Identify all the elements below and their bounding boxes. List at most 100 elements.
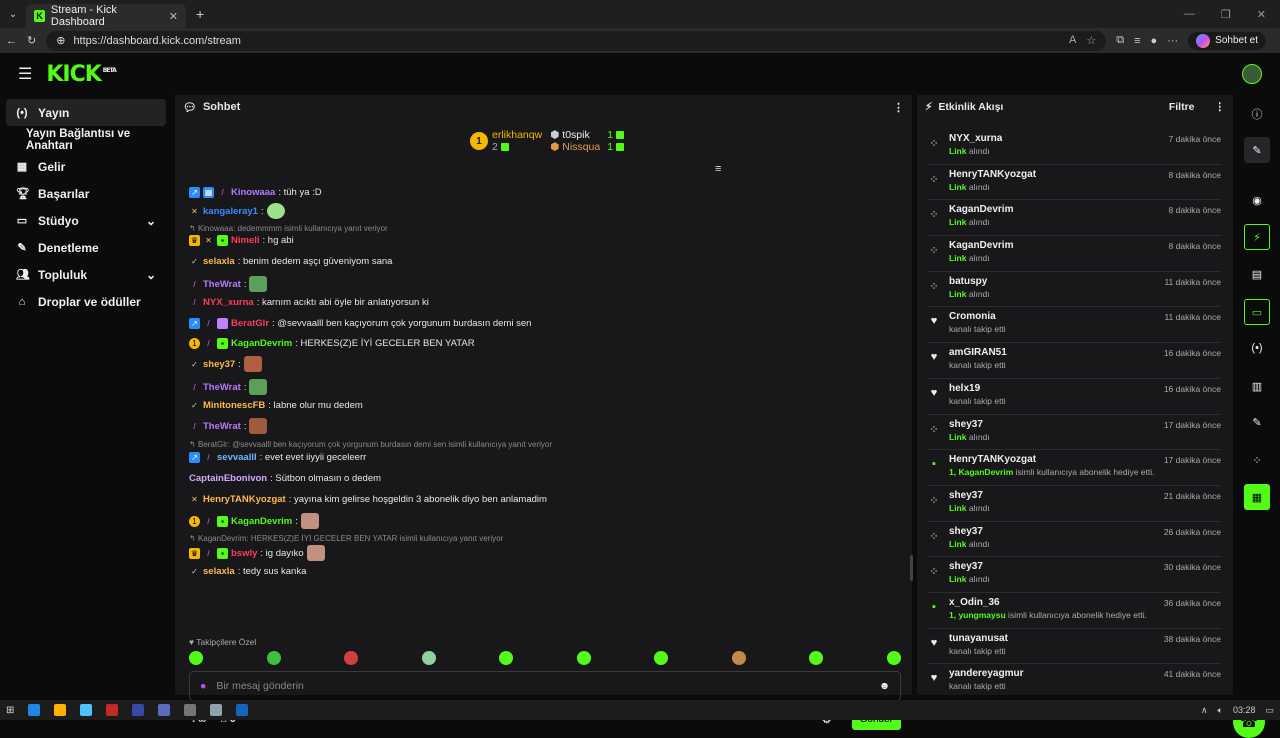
activity-event[interactable]: ⁘ shey37 Link alındı 21 dakika önce [927,486,1221,522]
activity-username[interactable]: shey37 [949,526,990,537]
notes-icon[interactable]: ▤ [1244,261,1270,287]
explorer-icon[interactable] [54,704,67,716]
broadcast-icon[interactable]: (•) [1244,335,1270,361]
sidebar-item-basarilar[interactable]: 🏆︎ Başarılar [0,180,172,207]
chat-username[interactable]: Kinowaaa [231,187,275,198]
sidebar-item-droplar[interactable]: ⌂ Droplar ve ödüller [0,288,172,315]
chat-username[interactable]: CaptainEbonivon [189,473,267,484]
chat-icon[interactable]: ▭ [1244,299,1270,325]
chat-username[interactable]: shey37 [203,359,235,370]
chat-username[interactable]: BeratGlr [231,318,269,329]
volume-icon[interactable]: 🔈︎ [1218,705,1223,716]
close-tab-icon[interactable]: ✕ [169,10,178,23]
activity-event[interactable]: ♥ Cromonia kanalı takip etti 11 dakika önce [927,307,1221,344]
chat-username[interactable]: Nimeli [231,235,260,246]
activity-event[interactable]: ▪ x_Odin_36 1, yungmaysu isimli kullanıcıy… [927,593,1221,629]
sidebar-item-studyo[interactable]: ▭ Stüdyo ⌄ [0,207,172,234]
activity-event[interactable]: ⁘ HenryTANKyozgat Link alındı 8 dakika önce [927,165,1221,201]
clock[interactable]: 03:28 [1233,705,1256,716]
activity-event[interactable]: ⁘ shey37 Link alındı 26 dakika önce [927,522,1221,558]
new-tab-icon[interactable]: + [196,6,204,22]
chat-username[interactable]: HenryTANKyozgat [203,494,286,505]
activity-username[interactable]: NYX_xurna [949,133,1002,144]
chat-username[interactable]: selaxla [203,566,235,577]
read-aloud-icon[interactable]: A [1069,34,1076,47]
activity-event[interactable]: ♥ amGIRAN51 kanalı takip etti 16 dakika önc… [927,343,1221,379]
close-window-icon[interactable]: ✕ [1257,8,1266,21]
activity-menu-icon[interactable]: ⋮ [1215,101,1226,113]
chat-username[interactable]: TheWrat [203,382,241,393]
app-icon[interactable] [184,704,197,716]
activity-username[interactable]: yandereyagmur [949,668,1023,679]
emote-icon[interactable] [654,651,669,665]
activity-event[interactable]: ⁘ shey37 Link alındı 30 dakika önce [927,557,1221,593]
favorites-icon[interactable]: ≡ [1134,35,1140,47]
activity-username[interactable]: HenryTANKyozgat [949,454,1155,465]
emote-icon[interactable] [344,651,359,665]
app-icon[interactable] [210,704,223,716]
activity-event[interactable]: ⁘ KaganDevrim Link alındı 8 dakika önce [927,236,1221,272]
chat-menu-icon[interactable]: ⋮ [893,101,904,114]
activity-event[interactable]: ⁘ KaganDevrim Link alındı 8 dakika önce [927,200,1221,237]
chat-username[interactable]: NYX_xurna [203,297,254,308]
wrench-icon[interactable]: ✎ [1244,409,1270,435]
steam-icon[interactable] [236,704,249,716]
emote-icon[interactable] [576,651,591,665]
activity-event[interactable]: ⁘ shey37 Link alındı 17 dakika önce [927,415,1221,451]
preview-icon[interactable]: ◉ [1244,187,1270,213]
app-icon[interactable] [106,704,119,716]
emote-icon[interactable] [809,651,824,665]
chat-input[interactable]: ● Bir mesaj gönderin ☻ [189,671,901,701]
activity-username[interactable]: KaganDevrim [949,204,1013,215]
app-icon[interactable] [80,704,93,716]
activity-event[interactable]: ⁘ NYX_xurna Link alındı 7 dakika önce [927,129,1221,165]
discord-icon[interactable] [158,704,171,716]
activity-username[interactable]: shey37 [949,419,990,430]
profile-icon[interactable]: ● [1151,35,1158,47]
chat-username[interactable]: selaxla [203,256,235,267]
sidebar-item-gelir[interactable]: ▦ Gelir [0,153,172,180]
kick-logo[interactable]: KICK BETA [46,62,116,87]
copilot-chat-button[interactable]: Sohbet et [1188,31,1266,50]
activity-lightning-icon[interactable]: ⚡︎ [1244,224,1270,250]
activity-username[interactable]: shey37 [949,561,990,572]
minimize-icon[interactable]: — [1184,8,1195,21]
emote-icon[interactable] [886,651,901,665]
user-avatar[interactable] [1242,64,1262,84]
emoji-picker-icon[interactable]: ☻ [879,680,890,692]
filter-button[interactable]: Filtre [1169,101,1195,113]
emote-icon[interactable] [499,651,514,665]
layout-icon[interactable]: ▥ [1244,373,1270,399]
browser-tab[interactable]: K Stream - Kick Dashboard ✕ [26,4,186,28]
activity-event[interactable]: ♥ helx19 kanalı takip etti 16 dakika önce [927,379,1221,415]
chat-username[interactable]: kangaleray1 [203,206,258,217]
activity-username[interactable]: KaganDevrim [949,240,1013,251]
chat-username[interactable]: TheWrat [203,279,241,290]
info-icon[interactable]: ⓘ [1244,101,1270,127]
activity-username[interactable]: HenryTANKyozgat [949,169,1036,180]
activity-username[interactable]: x_Odin_36 [949,597,1147,608]
sidebar-item-stream-key[interactable]: Yayın Bağlantısı ve Anahtarı [0,126,172,153]
chat-username[interactable]: KaganDevrim [231,338,292,349]
microphone-icon[interactable]: ● [200,680,206,692]
edit-icon[interactable]: ✎ [1244,137,1270,163]
activity-username[interactable]: helx19 [949,383,1006,394]
restore-icon[interactable]: ❐ [1221,8,1231,21]
app-icon[interactable] [132,704,145,716]
activity-username[interactable]: shey37 [949,490,990,501]
activity-username[interactable]: tunayanusat [949,633,1008,644]
url-field[interactable]: ⊕ https://dashboard.kick.com/stream A ☆ [46,30,1107,51]
emote-icon[interactable] [731,651,746,665]
favorite-star-icon[interactable]: ☆ [1086,34,1096,47]
activity-event[interactable]: ▪ HenryTANKyozgat 1, KaganDevrim isimli ku… [927,450,1221,486]
chat-username[interactable]: MinitonescFB [203,400,265,411]
activity-event[interactable]: ⁘ batuspy Link alındı 11 dakika önce [927,272,1221,308]
extensions-icon[interactable]: ⧉ [1116,34,1124,47]
site-info-icon[interactable]: ⊕ [56,34,65,47]
chat-username[interactable]: KaganDevrim [231,516,292,527]
emote-icon[interactable] [266,651,281,665]
activity-username[interactable]: Cromonia [949,311,1006,322]
emote-icon[interactable] [421,651,436,665]
activity-username[interactable]: batuspy [949,276,990,287]
community-icon[interactable]: ⁘ [1244,447,1270,473]
